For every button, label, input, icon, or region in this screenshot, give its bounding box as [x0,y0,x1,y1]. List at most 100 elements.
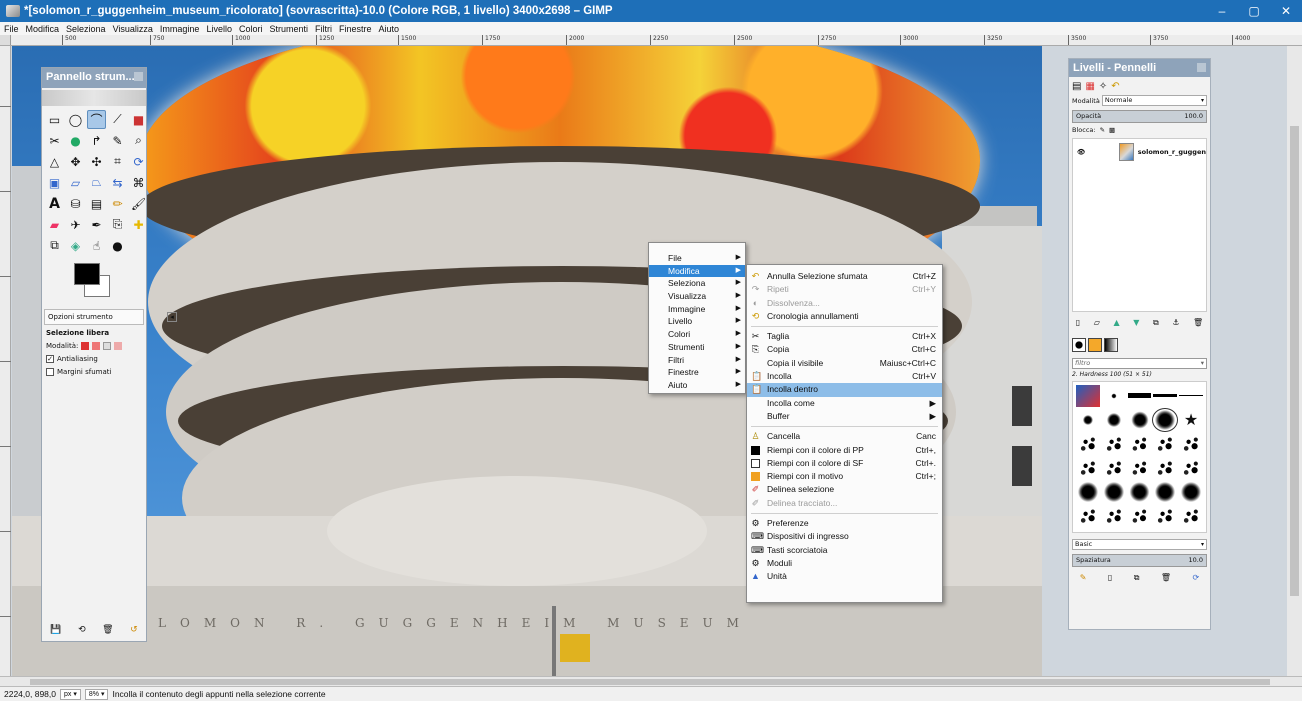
fill-fg-item[interactable]: Riempi con il colore di PP Ctrl+, [747,444,942,457]
mode-intersect-icon[interactable] [114,342,123,350]
ctx-menu-colori[interactable]: Colori ▶ [649,328,745,341]
dock-close-icon[interactable] [1197,63,1206,72]
unit-select[interactable]: px ▾ [60,688,81,700]
reset-options-icon[interactable]: ↺ [130,625,138,635]
stroke-path-item[interactable]: ✐ Delinea tracciato... [747,497,942,510]
ellipse-select-icon[interactable]: ◯ [66,110,85,129]
brush-preview[interactable] [1179,433,1203,455]
zoom-icon[interactable]: ⌕ [129,131,148,150]
brush-preview[interactable] [1179,457,1203,479]
measure-icon[interactable]: △ [45,152,64,171]
restore-options-icon[interactable]: ⟲ [78,625,86,635]
brush-preview[interactable] [1110,393,1117,399]
mode-add-icon[interactable] [92,342,101,350]
paths-tab-icon[interactable]: ✧ [1099,81,1107,92]
brush-preview[interactable] [1179,505,1203,527]
feather-checkbox[interactable] [46,368,54,376]
save-options-icon[interactable]: 💾 [50,625,61,635]
fill-pattern-item[interactable]: Riempi con il motivo Ctrl+; [747,470,942,483]
foreground-color-swatch[interactable] [74,263,100,285]
duplicate-layer-icon[interactable]: ⧉ [1153,318,1159,328]
horizontal-scrollbar[interactable] [0,676,1302,686]
brush-preview[interactable] [1153,481,1178,503]
menu-seleziona[interactable]: Seleziona [66,24,106,34]
scale-icon[interactable]: ▣ [45,173,64,192]
maximize-button[interactable]: ▢ [1238,4,1270,18]
foreground-select-icon[interactable]: ● [66,131,85,150]
brush-preview[interactable] [1127,505,1152,527]
scissors-select-icon[interactable]: ✂ [45,131,64,150]
bucket-fill-icon[interactable]: ⛁ [66,194,85,213]
dock-menu-icon[interactable]: ◂ [167,312,177,322]
align-icon[interactable]: ✣ [87,152,106,171]
brush-preview[interactable] [1127,481,1152,503]
flip-icon[interactable]: ⇆ [108,173,127,192]
menu-file[interactable]: File [4,24,19,34]
modules-item[interactable]: ⚙ Moduli [747,557,942,570]
menu-strumenti[interactable]: Strumenti [269,24,308,34]
cage-icon[interactable]: ⌘ [129,173,148,192]
wilber-drop-area[interactable] [42,90,146,106]
menu-aiuto[interactable]: Aiuto [379,24,400,34]
brush-preview[interactable] [1179,395,1203,396]
refresh-brushes-icon[interactable]: ⟳ [1193,573,1200,583]
new-group-icon[interactable]: ▱ [1094,318,1100,328]
toolbox-header[interactable]: Pannello strum... [42,68,146,88]
undo-history-item[interactable]: ⟲ Cronologia annullamenti [747,310,942,323]
spacing-slider[interactable]: Spaziatura 10.0 [1072,554,1207,567]
delete-options-icon[interactable]: 🗑 [102,625,113,635]
menu-finestre[interactable]: Finestre [339,24,372,34]
paste-as-item[interactable]: Incolla come ▶ [747,397,942,410]
antialias-checkbox[interactable]: ✓ [46,355,54,363]
paintbrush-icon[interactable]: 🖌 [129,194,148,213]
dodge-burn-icon[interactable]: ● [108,236,127,255]
brush-preview[interactable] [1152,408,1179,432]
fade-item[interactable]: ◐ Dissolvenza... [747,297,942,310]
brush-preview[interactable] [1127,457,1152,479]
shear-icon[interactable]: ▱ [66,173,85,192]
clear-item[interactable]: ♙ Cancella Canc [747,430,942,443]
brush-preview[interactable] [1101,433,1126,455]
ruler-corner[interactable] [0,35,11,45]
vertical-scroll-thumb[interactable] [1290,126,1299,596]
minimize-button[interactable]: – [1206,4,1238,18]
ctx-menu-modifica[interactable]: Modifica ▶ [649,264,745,278]
delete-brush-icon[interactable]: 🗑 [1161,573,1171,583]
brush-preview[interactable] [1127,433,1152,455]
brush-preview[interactable] [1105,412,1123,428]
mode-replace-icon[interactable] [81,342,90,350]
gradients-tab-icon[interactable] [1104,338,1118,352]
fill-bg-item[interactable]: Riempi con il colore di SF Ctrl+. [747,457,942,470]
color-picker-icon[interactable]: ✎ [108,131,127,150]
clone-icon[interactable]: ⎘ [108,215,127,234]
cut-item[interactable]: ✂ Taglia Ctrl+X [747,330,942,343]
units-item[interactable]: ▲ Unità [747,570,942,583]
paste-item[interactable]: 📋 Incolla Ctrl+V [747,370,942,383]
free-select-icon[interactable]: ⌒ [87,110,106,129]
copy-item[interactable]: ⎘ Copia Ctrl+C [747,343,942,356]
brush-set-select[interactable]: Basic ▾ [1072,539,1207,550]
duplicate-brush-icon[interactable]: ⧉ [1134,573,1140,583]
delete-layer-icon[interactable]: 🗑 [1193,318,1203,328]
ctx-menu-immagine[interactable]: Immagine ▶ [649,303,745,316]
ctx-menu-livello[interactable]: Livello ▶ [649,315,745,328]
dock-header[interactable]: Livelli - Pennelli [1069,59,1210,77]
gradient-icon[interactable]: ▤ [87,194,106,213]
raise-layer-icon[interactable]: ▲ [1114,318,1120,328]
menu-filtri[interactable]: Filtri [315,24,332,34]
visibility-eye-icon[interactable]: 👁 [1077,148,1085,156]
brush-preview[interactable] [1129,410,1150,430]
vertical-scrollbar[interactable] [1287,46,1302,676]
menu-visualizza[interactable]: Visualizza [113,24,153,34]
layer-mode-select[interactable]: Normale ▾ [1101,95,1207,106]
undo-item[interactable]: ↶ Annulla Selezione sfumata Ctrl+Z [747,270,942,283]
brush-preview[interactable] [1076,505,1100,527]
ctx-menu-finestre[interactable]: Finestre ▶ [649,366,745,379]
feather-row[interactable]: Margini sfumati [46,368,142,376]
paths-icon[interactable]: ↱ [87,131,106,150]
brush-preview[interactable] [1153,457,1178,479]
text-icon[interactable]: A [45,194,64,213]
new-brush-icon[interactable]: ▯ [1108,573,1112,583]
layers-tab-icon[interactable]: ▤ [1072,81,1081,92]
menu-modifica[interactable]: Modifica [26,24,60,34]
